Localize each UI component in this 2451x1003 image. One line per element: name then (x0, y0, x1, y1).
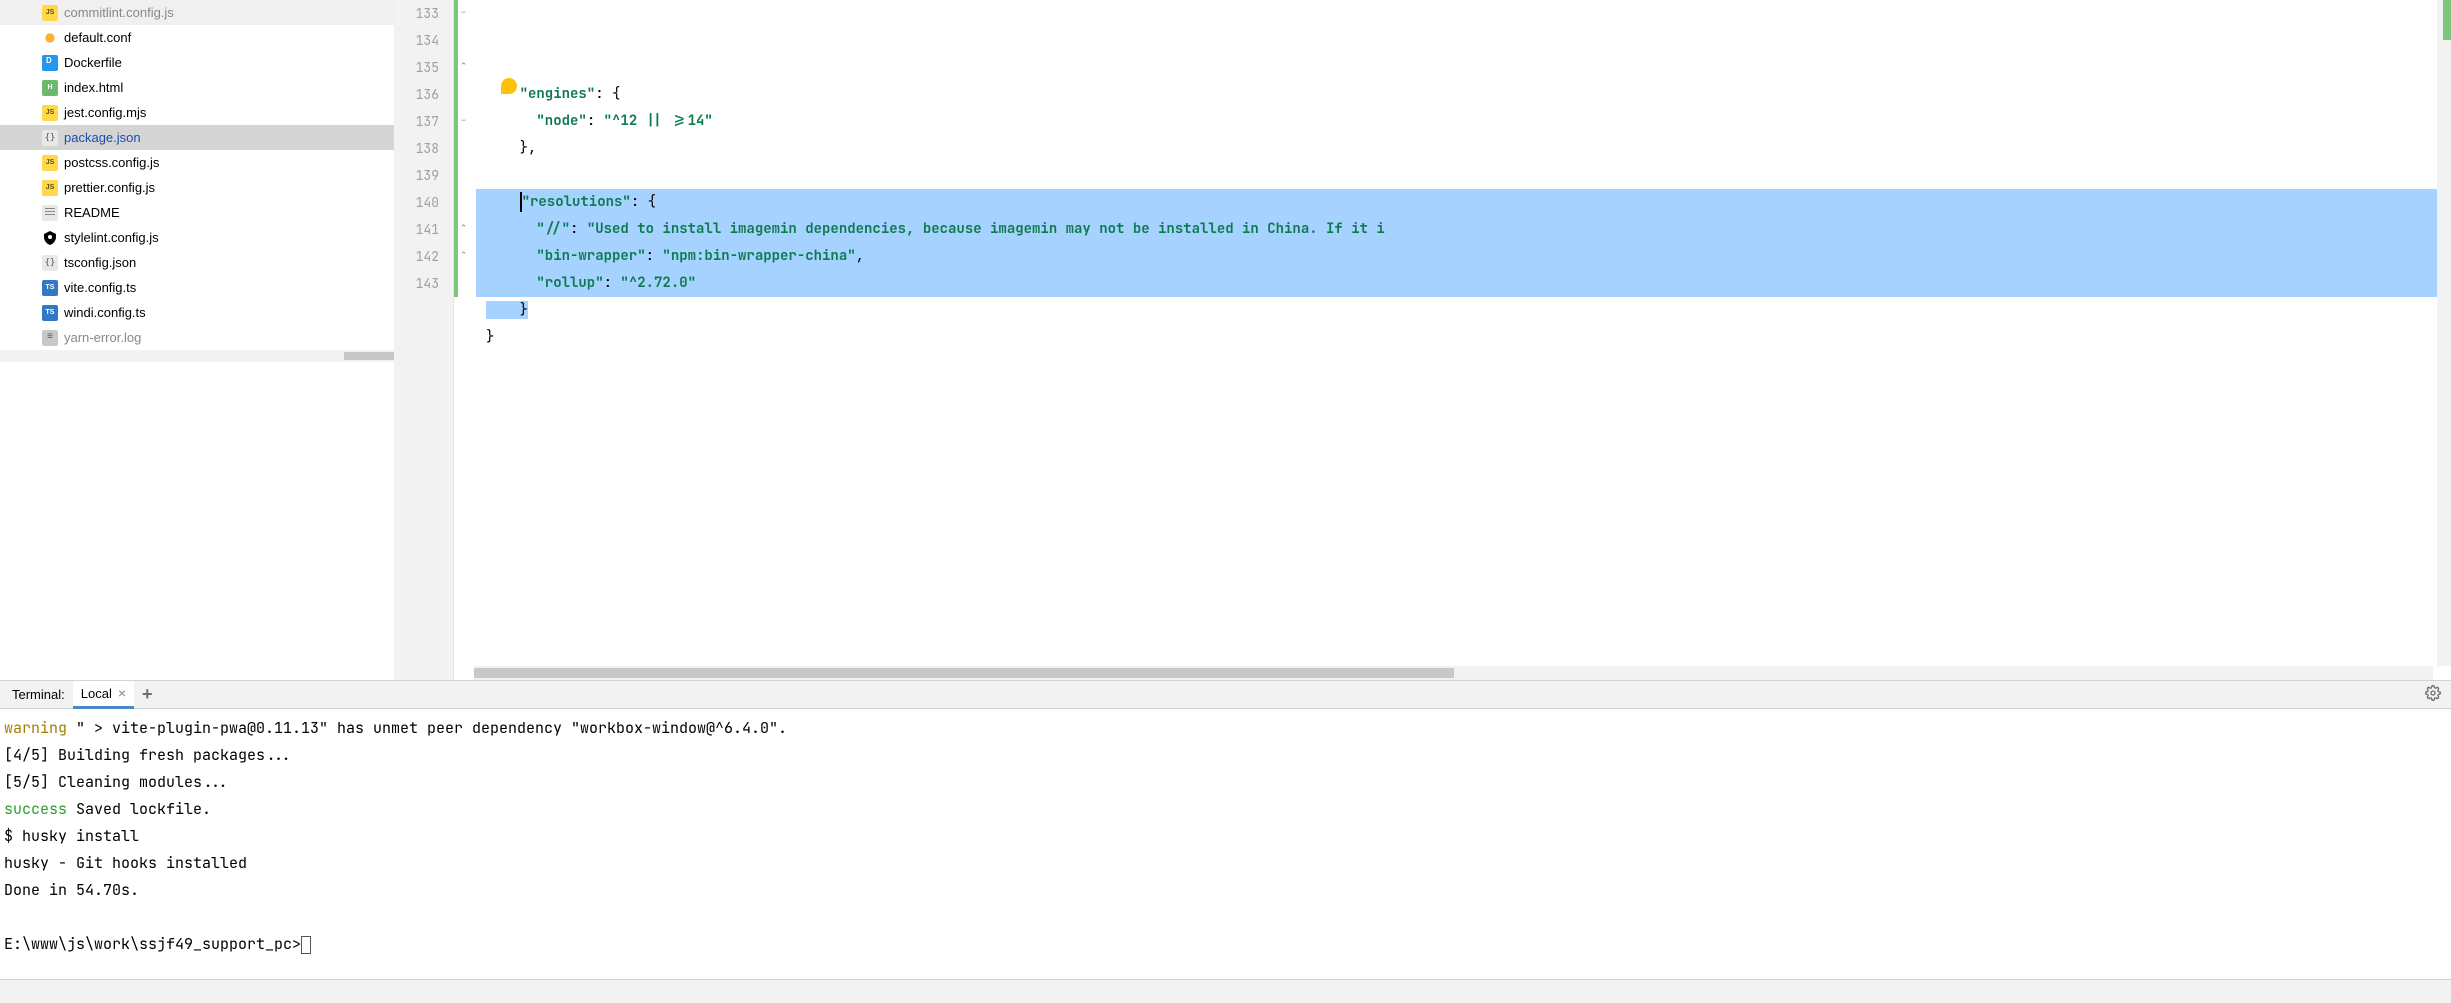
terminal-panel: Terminal: Local × + warning " > vite-plu… (0, 681, 2451, 979)
code-editor[interactable]: 133134135136137138139140141142143 −⌃−⌃⌃ … (394, 0, 2451, 680)
terminal-output[interactable]: warning " > vite-plugin-pwa@0.11.13" has… (0, 709, 2451, 979)
terminal-line: $ husky install (4, 823, 2447, 850)
code-line (476, 162, 2451, 189)
file-item-vite-config-ts[interactable]: TS vite.config.ts (0, 275, 394, 300)
file-item-windi-config-ts[interactable]: TS windi.config.ts (0, 300, 394, 325)
line-number: 134 (394, 27, 439, 54)
file-name: tsconfig.json (64, 255, 136, 270)
fold-toggle-icon[interactable]: − (457, 115, 470, 128)
file-item-index-html[interactable]: Hindex.html (0, 75, 394, 100)
line-number: 135 (394, 54, 439, 81)
line-number: 141 (394, 216, 439, 243)
line-number: 137 (394, 108, 439, 135)
fold-toggle-icon[interactable]: ⌃ (457, 250, 470, 263)
file-item-prettier-config-js[interactable]: JS prettier.config.js (0, 175, 394, 200)
json-file-icon: {} (42, 130, 58, 146)
ts-file-icon: TS (42, 280, 58, 296)
js-file-icon: JS (42, 5, 58, 21)
fold-toggle-icon[interactable]: ⌃ (457, 61, 470, 74)
line-number: 136 (394, 81, 439, 108)
line-number: 138 (394, 135, 439, 162)
terminal-tab-bar: Terminal: Local × + (0, 681, 2451, 709)
code-line: "//": "Used to install imagemin dependen… (476, 216, 2451, 243)
code-line: } (476, 324, 2451, 351)
file-name: windi.config.ts (64, 305, 146, 320)
file-item-package-json[interactable]: {} package.json (0, 125, 394, 150)
terminal-line: success Saved lockfile. (4, 796, 2447, 823)
file-name: yarn-error.log (64, 330, 141, 345)
file-item-jest-config-mjs[interactable]: JS jest.config.mjs (0, 100, 394, 125)
terminal-tab-label: Local (81, 686, 112, 701)
fold-toggle-icon[interactable]: − (457, 7, 470, 20)
terminal-line (4, 904, 2447, 931)
terminal-line: husky - Git hooks installed (4, 850, 2447, 877)
line-number: 143 (394, 270, 439, 297)
file-name: package.json (64, 130, 141, 145)
file-name: default.conf (64, 30, 131, 45)
file-item-stylelint-config-js[interactable]: stylelint.config.js (0, 225, 394, 250)
line-number: 139 (394, 162, 439, 189)
code-line: "resolutions": { (476, 189, 2451, 216)
file-item-postcss-config-js[interactable]: JS postcss.config.js (0, 150, 394, 175)
code-line: "node": "^12 || >=14" (476, 108, 2451, 135)
editor-hscrollbar[interactable] (474, 666, 2433, 680)
file-name: README (64, 205, 120, 220)
terminal-line: Done in 54.70s. (4, 877, 2447, 904)
sidebar-hscrollbar[interactable] (0, 350, 394, 362)
file-item-yarn-error-log[interactable]: ≡ yarn-error.log (0, 325, 394, 350)
code-content[interactable]: "engines": { "node": "^12 || >=14" }, "r… (476, 0, 2451, 680)
code-line: } (476, 297, 2451, 324)
intention-bulb-icon[interactable] (501, 78, 517, 94)
file-item-readme[interactable]: README (0, 200, 394, 225)
line-number: 133 (394, 0, 439, 27)
conf-file-icon (42, 30, 58, 46)
file-name: jest.config.mjs (64, 105, 146, 120)
txt-file-icon (42, 205, 58, 221)
terminal-tab-local[interactable]: Local × (73, 681, 134, 709)
code-line (476, 351, 2451, 378)
code-line: "rollup": "^2.72.0" (476, 270, 2451, 297)
line-number-gutter: 133134135136137138139140141142143 (394, 0, 454, 680)
file-name: index.html (64, 80, 123, 95)
js-file-icon: JS (42, 155, 58, 171)
file-tree-sidebar: JS commitlint.config.js default.conf Docker… (0, 0, 394, 680)
close-icon[interactable]: × (118, 685, 126, 701)
status-bar (0, 979, 2451, 1003)
json-file-icon: {} (42, 255, 58, 271)
file-item-commitlint-config-js[interactable]: JS commitlint.config.js (0, 0, 394, 25)
file-name: stylelint.config.js (64, 230, 159, 245)
code-line: "bin-wrapper": "npm:bin-wrapper-china", (476, 243, 2451, 270)
file-name: prettier.config.js (64, 180, 155, 195)
terminal-line: [5/5] Cleaning modules... (4, 769, 2447, 796)
terminal-line: warning " > vite-plugin-pwa@0.11.13" has… (4, 715, 2447, 742)
file-name: Dockerfile (64, 55, 122, 70)
terminal-line: [4/5] Building fresh packages... (4, 742, 2447, 769)
stylelint-file-icon (42, 230, 58, 246)
code-line: "engines": { (476, 81, 2451, 108)
terminal-line: E:\www\js\work\ssjf49_support_pc> (4, 931, 2447, 958)
add-terminal-button[interactable]: + (142, 684, 153, 705)
js-file-icon: JS (42, 180, 58, 196)
file-name: postcss.config.js (64, 155, 159, 170)
gear-icon[interactable] (2425, 685, 2441, 704)
code-line: }, (476, 135, 2451, 162)
file-name: vite.config.ts (64, 280, 136, 295)
file-item-default-conf[interactable]: default.conf (0, 25, 394, 50)
fold-toggle-icon[interactable]: ⌃ (457, 223, 470, 236)
line-number: 140 (394, 189, 439, 216)
js-file-icon: JS (42, 105, 58, 121)
terminal-title: Terminal: (4, 687, 73, 702)
file-item-dockerfile[interactable]: Dockerfile (0, 50, 394, 75)
file-name: commitlint.config.js (64, 5, 174, 20)
equals-file-icon: ≡ (42, 330, 58, 346)
ts-file-icon: TS (42, 305, 58, 321)
html-file-icon: H (42, 80, 58, 96)
fold-column[interactable]: − ⌃ − ⌃ ⌃ (454, 0, 476, 680)
file-item-tsconfig-json[interactable]: {} tsconfig.json (0, 250, 394, 275)
line-number: 142 (394, 243, 439, 270)
editor-vscrollbar[interactable] (2437, 0, 2451, 666)
docker-file-icon (42, 55, 58, 71)
terminal-cursor (301, 936, 311, 954)
vcs-marker-icon (2443, 0, 2451, 40)
